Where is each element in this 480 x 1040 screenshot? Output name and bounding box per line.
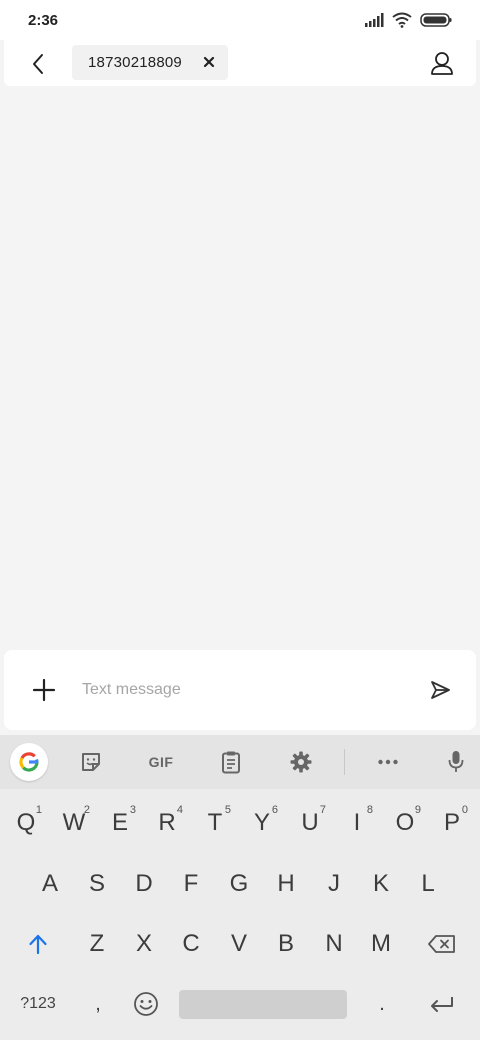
message-input[interactable] (82, 674, 402, 706)
battery-icon (420, 13, 452, 27)
key-t[interactable]: T5 (191, 794, 239, 852)
more-horizontal-icon (378, 759, 398, 765)
backspace-key[interactable] (414, 915, 470, 973)
gif-button[interactable]: GIF (142, 743, 180, 781)
clipboard-button[interactable] (212, 743, 250, 781)
key-f[interactable]: F (167, 855, 215, 913)
signal-icon (365, 13, 384, 27)
enter-key[interactable] (414, 975, 470, 1033)
toolbar-divider (344, 749, 345, 775)
keyboard: GIF Q 1 W 2 E 3 R 4 T 5 Y 6 U 7 I 8 O 9 … (0, 735, 480, 1040)
wifi-icon (392, 12, 412, 28)
emoji-key[interactable] (122, 975, 170, 1033)
plus-icon[interactable] (30, 676, 58, 704)
conversation-header: 18730218809 (4, 40, 476, 86)
clipboard-icon (222, 751, 240, 774)
conversation-area (0, 86, 480, 648)
key-n[interactable]: N (310, 915, 358, 973)
key-j[interactable]: J (310, 855, 358, 913)
key-e[interactable]: E3 (96, 794, 144, 852)
key-o[interactable]: O9 (381, 794, 429, 852)
send-icon[interactable] (428, 678, 452, 702)
sticker-button[interactable] (72, 743, 110, 781)
google-button[interactable] (10, 743, 48, 781)
key-c[interactable]: C (167, 915, 215, 973)
gear-icon (290, 751, 312, 773)
backspace-icon (428, 935, 455, 953)
sticker-icon (82, 753, 100, 771)
key-i[interactable]: I8 (333, 794, 381, 852)
key-l[interactable]: L (404, 855, 452, 913)
key-w[interactable]: W2 (50, 794, 98, 852)
key-r[interactable]: R4 (143, 794, 191, 852)
key-u[interactable]: U7 (286, 794, 334, 852)
key-p[interactable]: P0 (428, 794, 476, 852)
key-b[interactable]: B (262, 915, 310, 973)
status-time: 2:36 (28, 12, 59, 29)
key-a[interactable]: A (26, 855, 74, 913)
gif-label: GIF (148, 754, 174, 770)
key-q[interactable]: Q1 (2, 794, 50, 852)
status-icons (364, 12, 452, 28)
person-icon[interactable] (428, 49, 456, 77)
key-x[interactable]: X (120, 915, 168, 973)
key-m[interactable]: M (357, 915, 405, 973)
key-d[interactable]: D (120, 855, 168, 913)
voice-button[interactable] (437, 743, 475, 781)
key-y[interactable]: Y6 (238, 794, 286, 852)
key-z[interactable]: Z (73, 915, 121, 973)
recipient-chip[interactable]: 18730218809 (72, 45, 228, 80)
comma-key[interactable]: , (74, 975, 122, 1033)
compose-bar (4, 650, 476, 730)
symbols-key[interactable]: ?123 (6, 975, 70, 1033)
microphone-icon (448, 751, 464, 772)
key-v[interactable]: V (215, 915, 263, 973)
key-s[interactable]: S (73, 855, 121, 913)
shift-icon (29, 934, 47, 955)
more-button[interactable] (369, 743, 407, 781)
google-icon (19, 752, 39, 772)
recipient-number: 18730218809 (88, 54, 182, 71)
period-key[interactable]: . (358, 975, 406, 1033)
key-h[interactable]: H (262, 855, 310, 913)
shift-key[interactable] (14, 915, 62, 973)
enter-icon (431, 997, 453, 1012)
keyboard-toolbar: GIF (0, 735, 480, 789)
settings-button[interactable] (282, 743, 320, 781)
emoji-icon (134, 992, 158, 1016)
back-button[interactable] (24, 50, 52, 78)
space-key[interactable] (179, 990, 347, 1019)
status-bar: 2:36 (0, 0, 480, 40)
key-g[interactable]: G (215, 855, 263, 913)
key-k[interactable]: K (357, 855, 405, 913)
close-icon[interactable] (202, 55, 216, 69)
chevron-left-icon (33, 54, 43, 74)
